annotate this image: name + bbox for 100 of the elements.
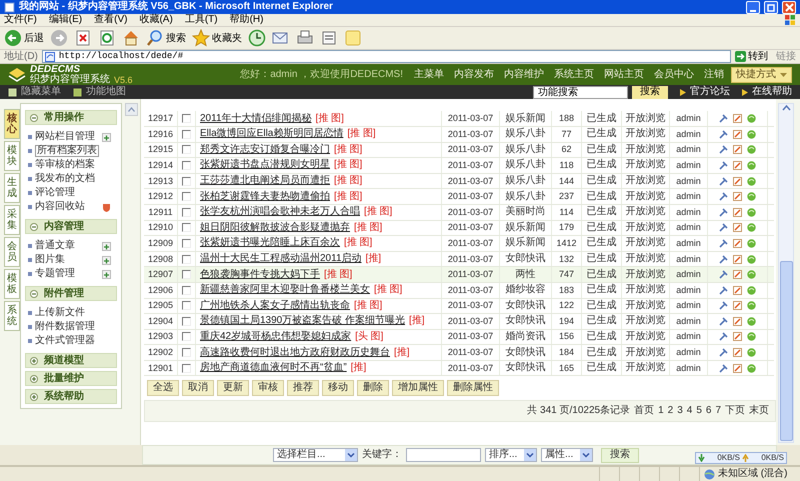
menu-group-header[interactable]: 附件管理	[25, 286, 117, 302]
checkbox[interactable]	[182, 238, 191, 248]
toolbar-button[interactable]: 收藏夹	[192, 28, 242, 48]
article-title-link[interactable]: 2011年十大情侣绯闻揭秘	[200, 114, 312, 124]
globe-icon[interactable]	[747, 254, 756, 264]
article-title-link[interactable]: 重庆42岁城哥杨忠伟想娶媳妇成家	[200, 332, 352, 342]
page-link[interactable]: 末页	[749, 406, 769, 416]
side-tab[interactable]: 生成	[4, 173, 20, 204]
checkbox[interactable]	[182, 254, 191, 264]
wrench-icon[interactable]	[719, 348, 728, 358]
quick-menu-button[interactable]: 快捷方式	[731, 66, 792, 83]
globe-icon[interactable]	[747, 223, 756, 232]
checkbox[interactable]	[182, 332, 191, 342]
checkbox[interactable]	[182, 270, 191, 280]
nav-link[interactable]: 网站主页	[601, 67, 647, 82]
action-button[interactable]: 取消	[182, 380, 214, 396]
article-title-link[interactable]: 张学友杭州演唱会歌神未老万人合唱	[200, 207, 360, 218]
menu-link[interactable]: 等审核的档案	[35, 160, 95, 170]
checkbox[interactable]	[182, 316, 191, 326]
scroll-thumb[interactable]	[780, 261, 792, 442]
wrench-icon[interactable]	[719, 176, 728, 186]
menu-group-header[interactable]: 内容管理	[25, 219, 117, 234]
menu-link[interactable]: 内容回收站	[35, 202, 85, 212]
article-title-link[interactable]: 高速路收费何时退出地方政府财政历史舞台	[200, 348, 390, 358]
globe-icon[interactable]	[747, 208, 756, 217]
checkbox[interactable]	[182, 114, 191, 124]
edit-icon[interactable]	[733, 270, 742, 280]
side-tab[interactable]: 系统	[4, 301, 20, 332]
nav-link[interactable]: 内容发布	[451, 67, 497, 82]
globe-icon[interactable]	[747, 192, 756, 202]
menu-item[interactable]: 文件(F)	[4, 15, 37, 26]
menu-link[interactable]: 专题管理	[35, 269, 75, 280]
edit-icon[interactable]	[733, 254, 742, 264]
menu-link[interactable]: 附件数据管理	[35, 322, 95, 332]
checkbox[interactable]	[182, 301, 191, 310]
wrench-icon[interactable]	[719, 192, 728, 202]
wrench-icon[interactable]	[719, 301, 728, 310]
menu-item[interactable]: 收藏(A)	[139, 15, 173, 26]
globe-icon[interactable]	[747, 364, 756, 373]
menu-link[interactable]: 文件式管理器	[35, 336, 95, 346]
checkbox[interactable]	[182, 223, 191, 232]
scroll-up-button[interactable]	[125, 103, 138, 116]
nav-link[interactable]: 注销	[701, 67, 727, 82]
side-tab[interactable]: 采集	[4, 205, 20, 236]
article-title-link[interactable]: 张柏芝谢霆锋夫妻热吻遭偷拍	[200, 192, 330, 202]
page-link[interactable]: 5	[696, 406, 702, 416]
menu-link[interactable]: 图片集	[35, 255, 65, 266]
page-link[interactable]: 7	[715, 406, 721, 416]
wrench-icon[interactable]	[719, 160, 728, 170]
edit-icon[interactable]	[733, 364, 742, 373]
globe-icon[interactable]	[747, 114, 756, 124]
globe-icon[interactable]	[747, 286, 756, 295]
page-link[interactable]: 6	[706, 406, 712, 416]
page-link[interactable]: 4	[686, 406, 692, 416]
menu-link[interactable]: 上传新文件	[35, 308, 85, 318]
edit-icon[interactable]	[733, 114, 742, 124]
wrench-icon[interactable]	[719, 223, 728, 232]
checkbox[interactable]	[182, 160, 191, 170]
wrench-icon[interactable]	[719, 364, 728, 373]
edit-icon[interactable]	[733, 192, 742, 202]
add-icon[interactable]	[102, 270, 111, 279]
globe-icon[interactable]	[747, 145, 756, 154]
scrollbar[interactable]	[778, 103, 794, 444]
search-button[interactable]: 搜索	[632, 86, 668, 99]
checkbox[interactable]	[182, 130, 191, 139]
edit-icon[interactable]	[733, 301, 742, 310]
globe-icon[interactable]	[747, 238, 756, 248]
action-button[interactable]: 移动	[322, 380, 354, 396]
globe-icon[interactable]	[747, 270, 756, 280]
article-title-link[interactable]: 张紫妍遗书盘点潜规则女明星	[200, 160, 330, 170]
wrench-icon[interactable]	[719, 114, 728, 124]
article-title-link[interactable]: 色狼袭胸事件专挑大妈下手	[200, 270, 320, 280]
article-title-link[interactable]: 房地产商道德血液何时不再“贫血”	[200, 363, 347, 374]
page-link[interactable]: 2	[668, 406, 674, 416]
article-title-link[interactable]: 新疆慈善家阿里木迎娶叶鲁番楼兰美女	[200, 285, 370, 296]
menu-link[interactable]: 评论管理	[35, 188, 75, 198]
action-button[interactable]: 审核	[252, 380, 284, 396]
home-icon[interactable]	[122, 29, 140, 48]
article-title-link[interactable]: 张紫妍遗书曝光陪睡上床百余次	[200, 238, 340, 248]
checkbox[interactable]	[182, 348, 191, 358]
add-icon[interactable]	[102, 242, 111, 251]
globe-icon[interactable]	[747, 160, 756, 170]
action-button[interactable]: 推荐	[287, 380, 319, 396]
address-field[interactable]: http://localhost/dede/#	[42, 50, 731, 64]
search-button[interactable]: 搜索	[601, 448, 639, 463]
select-field[interactable]: 选择栏目...	[273, 448, 358, 462]
menu-item[interactable]: 工具(T)	[184, 15, 218, 26]
menu-group-header[interactable]: 频道模型	[25, 353, 117, 368]
history-icon[interactable]	[248, 29, 266, 48]
nav-link[interactable]: 系统主页	[551, 67, 597, 82]
article-title-link[interactable]: Ella微博回应Ella赖斯明同居恋情	[200, 129, 344, 140]
globe-icon[interactable]	[747, 301, 756, 310]
menu-item[interactable]: 查看(V)	[94, 15, 128, 26]
side-tab[interactable]: 模块	[4, 141, 20, 172]
document-icon[interactable]	[320, 29, 338, 48]
checkbox[interactable]	[182, 286, 191, 295]
checkbox[interactable]	[182, 192, 191, 202]
checkbox[interactable]	[182, 208, 191, 217]
toolbar-link[interactable]: 在线帮助	[742, 87, 792, 98]
select-field[interactable]: 属性...	[541, 448, 593, 462]
